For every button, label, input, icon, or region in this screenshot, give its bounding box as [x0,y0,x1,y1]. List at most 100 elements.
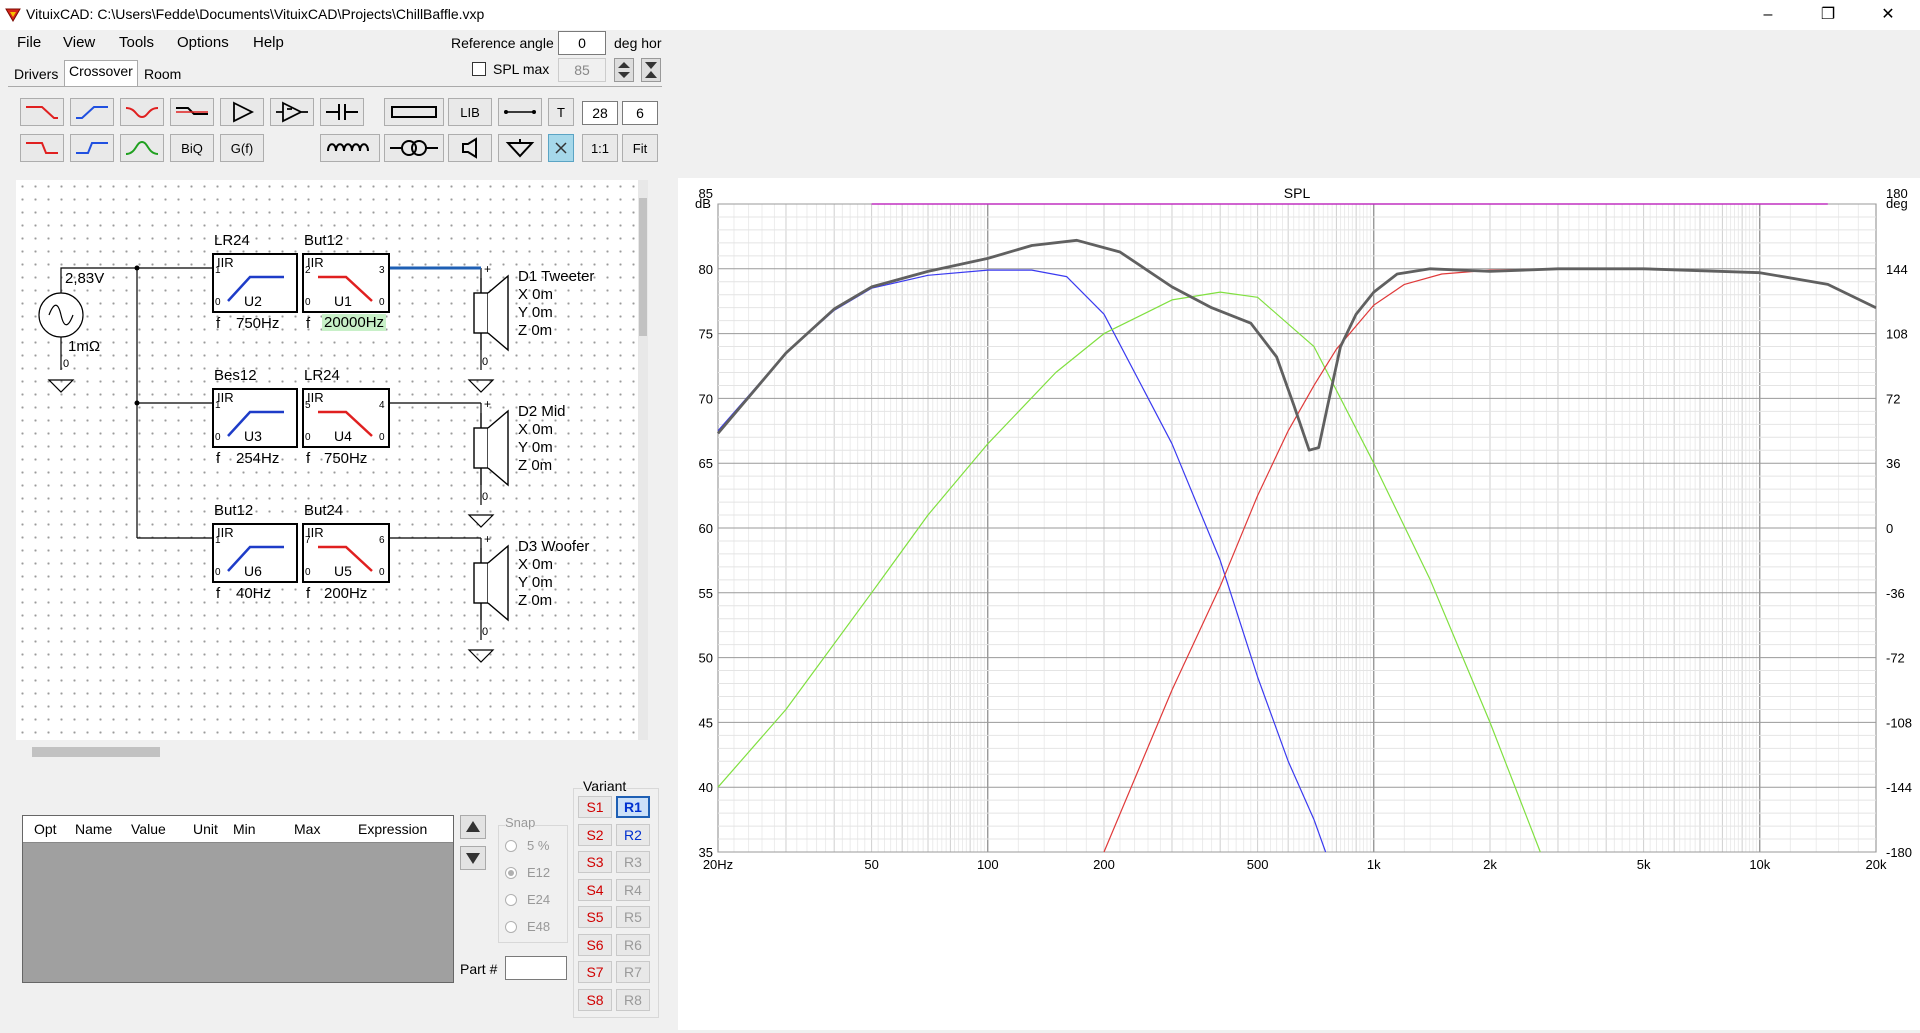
inductor-button[interactable] [320,134,380,162]
filter-block-u1[interactable]: IIR U1 2 0 3 0 [302,253,390,313]
schematic-vscroll[interactable] [638,180,648,740]
tab-drivers[interactable]: Drivers [10,64,62,84]
spl-chart[interactable]: SPLdB deg3540455055606570758085-180-144-1… [678,178,1920,1030]
col-value[interactable]: Value [131,821,166,837]
col-expression[interactable]: Expression [358,821,427,837]
x-tick-label: 50 [864,857,878,872]
variant-r8-button[interactable]: R8 [616,988,650,1011]
snap-e12-radio[interactable] [505,867,517,879]
col-opt[interactable]: Opt [34,821,57,837]
filter-block-u2[interactable]: IIR U2 1 0 [212,253,298,313]
shelf-button[interactable] [170,98,214,126]
filter-block-u3[interactable]: IIR U3 1 0 [212,388,298,448]
x-tick-label: 5k [1637,857,1651,872]
bandpass-button[interactable] [120,134,164,162]
driver-button[interactable] [448,134,492,162]
block-u1-freq[interactable]: 20000Hz [322,314,387,331]
menu-help[interactable]: Help [253,34,284,51]
highpass-button[interactable] [70,98,114,126]
notch-button[interactable] [120,98,164,126]
variant-s1-button[interactable]: S1 [578,796,612,818]
source-node: 0 [63,358,70,370]
spl-max-label: SPL max [493,61,550,77]
variant-s6-button[interactable]: S6 [578,933,612,956]
highpass2-button[interactable] [70,134,114,162]
menu-options[interactable]: Options [177,34,229,51]
filter-block-u4[interactable]: IIR U4 5 0 4 0 [302,388,390,448]
variant-s7-button[interactable]: S7 [578,961,612,983]
restore-button[interactable]: ❐ [1800,0,1856,30]
y2-tick-label: 108 [1886,327,1908,342]
block-u3-f: f [216,450,221,467]
y2-tick-label: -144 [1886,780,1912,795]
lowpass-button[interactable] [20,98,64,126]
capacitor-button[interactable] [320,98,364,126]
schematic-hscroll[interactable] [16,742,648,762]
variant-r6-button[interactable]: R6 [616,933,650,956]
col-name[interactable]: Name [75,821,112,837]
variant-s8-button[interactable]: S8 [578,988,612,1011]
library-button[interactable]: LIB [448,98,492,126]
col-unit[interactable]: Unit [193,821,218,837]
filter-block-u6[interactable]: IIR U6 1 0 [212,523,298,583]
snap-title: Snap [505,815,536,830]
zoom-1to1-button[interactable]: 1:1 [582,134,618,162]
variant-r1-button[interactable]: R1 [616,796,650,818]
spl-max-checkbox[interactable] [472,62,486,76]
gain-button[interactable] [220,98,264,126]
move-up-button[interactable] [460,815,486,839]
filter-block-u5[interactable]: IIR U5 7 0 6 0 [302,523,390,583]
variant-r2-button[interactable]: R2 [616,823,650,846]
variant-s2-button[interactable]: S2 [578,823,612,846]
x-tick-label: 100 [977,857,999,872]
lowpass2-button[interactable] [20,134,64,162]
zoom-fit-button[interactable]: Fit [622,134,658,162]
col-min[interactable]: Min [233,821,256,837]
variant-r7-button[interactable]: R7 [616,961,650,983]
parameter-table[interactable]: Opt Name Value Unit Min Max Expression [22,815,454,983]
snap-e24-radio[interactable] [505,894,517,906]
spl-max-input[interactable]: 85 [558,58,606,82]
y-tick-label: 80 [699,262,713,277]
driver-mid[interactable]: D2 Mid X 0m Y 0m Z 0m [518,403,566,475]
toolbar-value-2[interactable]: 6 [622,101,658,125]
part-number-input[interactable] [505,956,567,980]
snap-e48-radio[interactable] [505,921,517,933]
spl-max-toggle[interactable] [641,58,661,82]
driver-tweeter[interactable]: D1 Tweeter X 0m Y 0m Z 0m [518,268,594,340]
driver-woofer[interactable]: D3 Woofer X 0m Y 0m Z 0m [518,538,589,610]
spl-max-spinner[interactable] [614,58,634,82]
splitter[interactable] [665,30,678,1030]
menu-tools[interactable]: Tools [119,34,154,51]
col-max[interactable]: Max [294,821,320,837]
move-down-button[interactable] [460,846,486,870]
snap-5pct-radio[interactable] [505,840,517,852]
tab-crossover[interactable]: Crossover [64,60,138,87]
block-u6-f: f [216,585,221,602]
menu-view[interactable]: View [63,34,95,51]
toolbar-value-1[interactable]: 28 [582,101,618,125]
tab-room[interactable]: Room [140,64,185,84]
delay-button[interactable] [270,98,314,126]
block-u4-f: f [306,450,311,467]
minimize-button[interactable]: – [1740,0,1796,30]
reference-angle-input[interactable]: 0 [558,31,606,55]
variant-r3-button[interactable]: R3 [616,851,650,873]
menu-file[interactable]: File [17,34,41,51]
ground-button[interactable] [498,134,542,162]
spl-chart-panel[interactable]: SPL dB deg 35 40 45 50 55 60 65 70 75 80 85 -180 -144 -1… [678,178,1920,1030]
variant-s3-button[interactable]: S3 [578,851,612,873]
text-button[interactable]: T [548,98,574,126]
transformer-button[interactable] [384,134,444,162]
wire-button[interactable] [498,98,542,126]
delete-button[interactable] [548,134,574,162]
variant-s4-button[interactable]: S4 [578,878,612,901]
variant-r5-button[interactable]: R5 [616,906,650,928]
transfer-function-button[interactable]: G(f) [220,134,264,162]
schematic-canvas[interactable]: 2,83V 1mΩ 0 IIR U2 1 0 LR24 f 750Hz IIR … [16,180,648,740]
close-button[interactable]: ✕ [1860,0,1916,30]
biquad-button[interactable]: BiQ [170,134,214,162]
resistor-button[interactable] [384,98,444,126]
variant-r4-button[interactable]: R4 [616,878,650,901]
variant-s5-button[interactable]: S5 [578,906,612,928]
